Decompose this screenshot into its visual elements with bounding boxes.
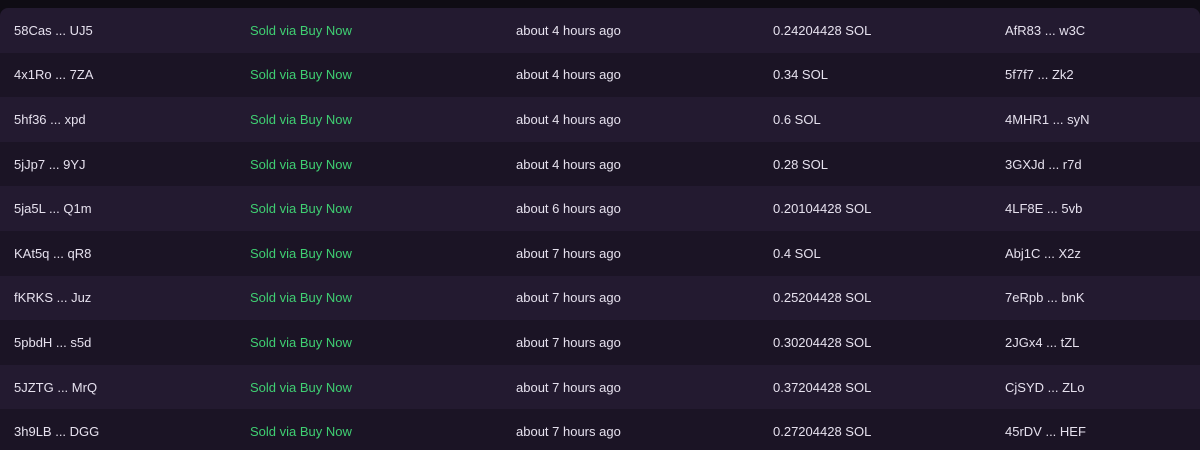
transaction-signature[interactable]: 5JZTG ... MrQ [0, 380, 250, 395]
transaction-signature[interactable]: 5hf36 ... xpd [0, 112, 250, 127]
buyer-address[interactable]: Abj1C ... X2z [1005, 246, 1200, 261]
table-row[interactable]: 5jJp7 ... 9YJ Sold via Buy Now about 4 h… [0, 141, 1200, 187]
sale-status: Sold via Buy Now [250, 156, 352, 172]
sale-time: about 7 hours ago [516, 379, 621, 395]
sale-status: Sold via Buy Now [250, 245, 352, 261]
table-row[interactable]: 5ja5L ... Q1m Sold via Buy Now about 6 h… [0, 186, 1200, 231]
table-row[interactable]: 58Cas ... UJ5 Sold via Buy Now about 4 h… [0, 8, 1200, 53]
sale-status: Sold via Buy Now [250, 67, 352, 83]
sale-price: 0.28 SOL [773, 156, 828, 172]
sale-price: 0.24204428 SOL [773, 22, 872, 38]
transaction-signature[interactable]: 5jJp7 ... 9YJ [0, 157, 250, 172]
sale-time: about 6 hours ago [516, 201, 621, 217]
table-row[interactable]: 4x1Ro ... 7ZA Sold via Buy Now about 4 h… [0, 52, 1200, 98]
sale-status: Sold via Buy Now [250, 290, 352, 306]
transaction-signature[interactable]: KAt5q ... qR8 [0, 246, 250, 261]
buyer-address[interactable]: 4LF8E ... 5vb [1005, 201, 1200, 216]
activity-panel: 58Cas ... UJ5 Sold via Buy Now about 4 h… [0, 0, 1200, 450]
sale-price: 0.20104428 SOL [773, 201, 872, 217]
buyer-address[interactable]: 5f7f7 ... Zk2 [1005, 67, 1200, 82]
sale-status: Sold via Buy Now [250, 111, 352, 127]
sale-time: about 4 hours ago [516, 22, 621, 38]
table-row[interactable]: 5JZTG ... MrQ Sold via Buy Now about 7 h… [0, 364, 1200, 410]
buyer-address[interactable]: 2JGx4 ... tZL [1005, 335, 1200, 350]
sale-price: 0.34 SOL [773, 67, 828, 83]
transaction-signature[interactable]: 4x1Ro ... 7ZA [0, 67, 250, 82]
sale-price: 0.6 SOL [773, 111, 821, 127]
sale-time: about 7 hours ago [516, 245, 621, 261]
sale-price: 0.25204428 SOL [773, 290, 872, 306]
table-row[interactable]: 5hf36 ... xpd Sold via Buy Now about 4 h… [0, 97, 1200, 142]
transaction-signature[interactable]: 58Cas ... UJ5 [0, 23, 250, 38]
buyer-address[interactable]: 45rDV ... HEF [1005, 424, 1200, 439]
table-row[interactable]: 5pbdH ... s5d Sold via Buy Now about 7 h… [0, 320, 1200, 365]
sale-status: Sold via Buy Now [250, 22, 352, 38]
activity-table: 58Cas ... UJ5 Sold via Buy Now about 4 h… [0, 8, 1200, 450]
sale-status: Sold via Buy Now [250, 201, 352, 217]
sale-time: about 4 hours ago [516, 67, 621, 83]
sale-time: about 7 hours ago [516, 334, 621, 350]
transaction-signature[interactable]: 3h9LB ... DGG [0, 424, 250, 439]
transaction-signature[interactable]: fKRKS ... Juz [0, 290, 250, 305]
sale-price: 0.30204428 SOL [773, 334, 872, 350]
sale-status: Sold via Buy Now [250, 379, 352, 395]
buyer-address[interactable]: 4MHR1 ... syN [1005, 112, 1200, 127]
transaction-signature[interactable]: 5ja5L ... Q1m [0, 201, 250, 216]
sale-price: 0.27204428 SOL [773, 424, 872, 440]
sale-status: Sold via Buy Now [250, 424, 352, 440]
sale-status: Sold via Buy Now [250, 334, 352, 350]
sale-time: about 7 hours ago [516, 424, 621, 440]
buyer-address[interactable]: AfR83 ... w3C [1005, 23, 1200, 38]
transaction-signature[interactable]: 5pbdH ... s5d [0, 335, 250, 350]
sale-time: about 4 hours ago [516, 111, 621, 127]
buyer-address[interactable]: 7eRpb ... bnK [1005, 290, 1200, 305]
sale-time: about 4 hours ago [516, 156, 621, 172]
sale-time: about 7 hours ago [516, 290, 621, 306]
table-row[interactable]: fKRKS ... Juz Sold via Buy Now about 7 h… [0, 275, 1200, 321]
sale-price: 0.37204428 SOL [773, 379, 872, 395]
table-row[interactable]: KAt5q ... qR8 Sold via Buy Now about 7 h… [0, 230, 1200, 276]
buyer-address[interactable]: 3GXJd ... r7d [1005, 157, 1200, 172]
sale-price: 0.4 SOL [773, 245, 821, 261]
buyer-address[interactable]: CjSYD ... ZLo [1005, 380, 1200, 395]
table-row[interactable]: 3h9LB ... DGG Sold via Buy Now about 7 h… [0, 409, 1200, 450]
